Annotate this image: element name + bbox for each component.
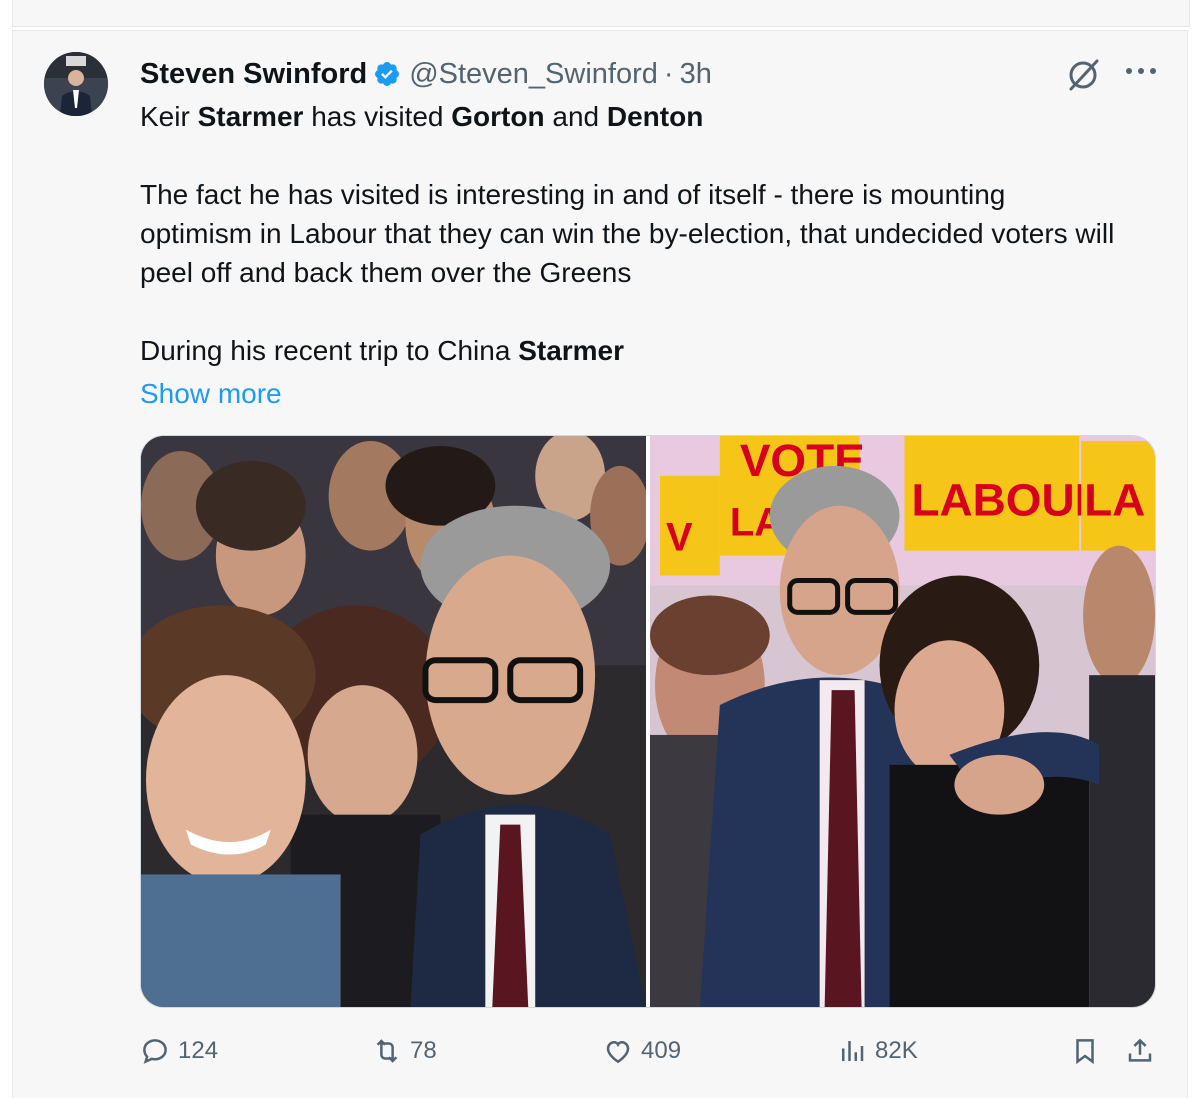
tweet-card[interactable]: Steven Swinford @Steven_Swinford · 3h Ke… — [12, 30, 1188, 1098]
photo-left[interactable] — [141, 436, 646, 1007]
views-button[interactable]: 82K — [837, 1036, 918, 1066]
reply-count: 124 — [178, 1037, 219, 1064]
bookmark-icon — [1076, 1039, 1094, 1065]
action-bar: 124 78 409 82K — [140, 1036, 1160, 1076]
repost-icon — [376, 1039, 398, 1063]
reply-icon — [143, 1039, 167, 1064]
previous-tweet-strip — [12, 0, 1190, 27]
repost-count: 78 — [410, 1037, 437, 1064]
reply-button[interactable]: 124 — [140, 1036, 218, 1066]
share-icon — [1128, 1038, 1152, 1062]
sign-text-labour: LABOUI — [911, 474, 1087, 526]
tweet-line-3: During his recent trip to China Starmer — [140, 335, 625, 366]
tweet-header: Steven Swinford @Steven_Swinford · 3h — [140, 54, 712, 94]
like-icon — [606, 1040, 630, 1064]
bookmark-button[interactable] — [1070, 1036, 1108, 1066]
author-handle[interactable]: @Steven_Swinford — [409, 58, 658, 91]
author-name[interactable]: Steven Swinford — [140, 58, 367, 91]
grok-icon[interactable] — [1063, 55, 1103, 95]
sign-text-la-right: LA — [1084, 474, 1145, 526]
media-grid: VOTE LA V LABOUI LA — [140, 435, 1156, 1008]
photo-right[interactable]: VOTE LA V LABOUI LA — [650, 436, 1155, 1007]
show-more-link[interactable]: Show more — [140, 374, 282, 413]
views-icon — [842, 1041, 864, 1061]
views-count: 82K — [875, 1037, 918, 1064]
avatar[interactable] — [44, 52, 108, 116]
tweet-line-1: Keir Starmer has visited Gorton and Dent… — [140, 101, 704, 132]
tweet-paragraph-2: The fact he has visited is interesting i… — [140, 179, 1115, 288]
separator: · — [663, 57, 674, 90]
repost-button[interactable]: 78 — [372, 1036, 437, 1066]
more-icon[interactable] — [1123, 59, 1163, 89]
tweet-text: Keir Starmer has visited Gorton and Dent… — [140, 97, 1120, 370]
share-button[interactable] — [1125, 1036, 1163, 1066]
verified-badge-icon — [373, 60, 401, 88]
sign-text-v: V — [666, 516, 693, 560]
timestamp[interactable]: 3h — [680, 58, 712, 91]
like-count: 409 — [641, 1037, 682, 1064]
like-button[interactable]: 409 — [603, 1036, 681, 1066]
